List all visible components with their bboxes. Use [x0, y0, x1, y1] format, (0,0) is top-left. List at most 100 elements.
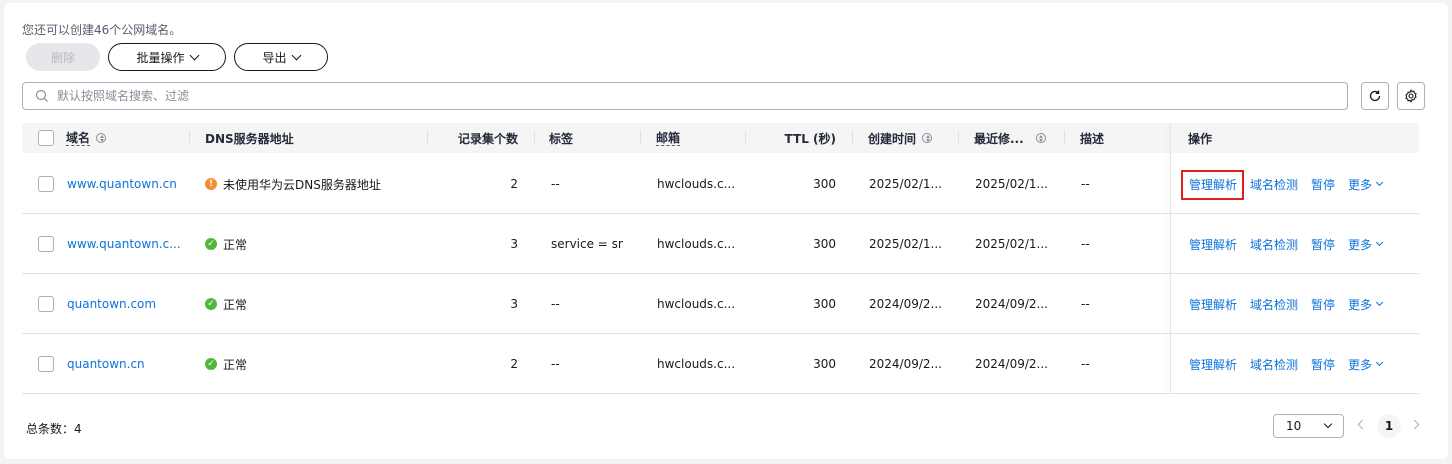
- refresh-button[interactable]: [1361, 82, 1389, 110]
- table-row: quantown.cn ✓ 正常 2 -- hwclouds.c... 300 …: [22, 334, 1419, 394]
- column-divider: [534, 131, 535, 145]
- more-label: 更多: [1348, 237, 1373, 252]
- dns-status: ✓ 正常: [205, 214, 247, 274]
- ttl-value: 300: [813, 177, 836, 191]
- chevron-down-icon: [189, 50, 199, 60]
- more-dropdown[interactable]: 更多: [1348, 334, 1384, 394]
- modified-time: 2024/09/2...: [975, 357, 1048, 371]
- highlight-box: [1181, 170, 1244, 200]
- dns-status: ✓ 正常: [205, 274, 247, 334]
- chevron-down-icon: [1375, 358, 1384, 367]
- tags-value: --: [551, 357, 560, 371]
- batch-operation-button[interactable]: 批量操作: [108, 43, 226, 71]
- domain-check-link[interactable]: 域名检测: [1250, 154, 1298, 214]
- column-divider: [640, 131, 641, 145]
- chevron-down-icon: [1375, 238, 1384, 247]
- column-dns: DNS服务器地址: [205, 131, 294, 146]
- ttl-value: 300: [813, 237, 836, 251]
- modified-time: 2025/02/1...: [975, 237, 1048, 251]
- column-divider: [189, 131, 190, 145]
- record-count: 3: [510, 237, 518, 251]
- more-dropdown[interactable]: 更多: [1348, 274, 1384, 334]
- more-label: 更多: [1348, 177, 1373, 192]
- description-value: --: [1081, 357, 1090, 371]
- column-divider: [1064, 131, 1065, 145]
- created-time: 2024/09/2...: [869, 357, 942, 371]
- dns-status-text: 正常: [223, 357, 248, 372]
- search-input[interactable]: [57, 89, 1257, 103]
- domain-check-link[interactable]: 域名检测: [1250, 214, 1298, 274]
- record-count: 2: [510, 177, 518, 191]
- check-icon: ✓: [205, 358, 217, 370]
- table-row: quantown.com ✓ 正常 3 -- hwclouds.c... 300…: [22, 274, 1419, 334]
- row-checkbox[interactable]: [38, 236, 54, 252]
- manage-records-link[interactable]: 管理解析: [1189, 274, 1237, 334]
- email-value: hwclouds.c...: [657, 237, 736, 251]
- sort-icon[interactable]: [96, 133, 107, 143]
- column-operations: 操作: [1188, 131, 1213, 146]
- column-email: 邮箱: [656, 123, 681, 153]
- domain-link[interactable]: quantown.cn: [67, 334, 197, 394]
- domain-link[interactable]: quantown.com: [67, 274, 197, 334]
- select-all-checkbox[interactable]: [38, 130, 54, 146]
- ttl-value: 300: [813, 357, 836, 371]
- column-description: 描述: [1080, 131, 1105, 146]
- pause-link[interactable]: 暂停: [1311, 214, 1335, 274]
- more-dropdown[interactable]: 更多: [1348, 214, 1384, 274]
- chevron-down-icon: [1375, 178, 1384, 187]
- batch-operation-label: 批量操作: [136, 50, 185, 65]
- domain-check-link[interactable]: 域名检测: [1250, 334, 1298, 394]
- chevron-down-icon: [291, 50, 301, 60]
- manage-records-link[interactable]: 管理解析: [1189, 334, 1237, 394]
- sort-icon[interactable]: [1035, 133, 1046, 143]
- record-count: 3: [510, 297, 518, 311]
- email-value: hwclouds.c...: [657, 357, 736, 371]
- pause-link[interactable]: 暂停: [1311, 154, 1335, 214]
- dns-status-text: 正常: [223, 237, 248, 252]
- created-time: 2025/02/1...: [869, 237, 942, 251]
- domain-check-link[interactable]: 域名检测: [1250, 274, 1298, 334]
- column-created[interactable]: 创建时间: [868, 123, 933, 153]
- column-domain[interactable]: 域名: [66, 123, 107, 153]
- column-modified[interactable]: 最近修...: [974, 123, 1046, 153]
- created-time: 2024/09/2...: [869, 297, 942, 311]
- pause-link[interactable]: 暂停: [1311, 274, 1335, 334]
- page-size-select[interactable]: 10: [1273, 414, 1344, 438]
- warning-icon: !: [205, 178, 217, 190]
- record-count: 2: [510, 357, 518, 371]
- column-domain-label: 域名: [66, 130, 91, 146]
- search-bar[interactable]: [22, 82, 1348, 110]
- row-checkbox[interactable]: [38, 176, 54, 192]
- column-ttl: TTL (秒): [784, 131, 836, 146]
- modified-time: 2024/09/2...: [975, 297, 1048, 311]
- row-checkbox[interactable]: [38, 356, 54, 372]
- export-label: 导出: [262, 50, 287, 65]
- row-checkbox[interactable]: [38, 296, 54, 312]
- tags-value: service = smb: [551, 237, 623, 251]
- column-records: 记录集个数: [457, 131, 518, 146]
- sort-icon[interactable]: [922, 133, 933, 143]
- manage-records-link[interactable]: 管理解析: [1189, 214, 1237, 274]
- column-divider: [852, 131, 853, 145]
- export-button[interactable]: 导出: [234, 43, 328, 71]
- settings-button[interactable]: [1397, 82, 1425, 110]
- delete-button-label: 删除: [50, 50, 75, 65]
- operations-column-divider: [1170, 123, 1171, 394]
- email-value: hwclouds.c...: [657, 297, 736, 311]
- pause-link[interactable]: 暂停: [1311, 334, 1335, 394]
- delete-button[interactable]: 删除: [26, 43, 100, 71]
- description-value: --: [1081, 177, 1090, 191]
- table-row: www.quantown.c... ✓ 正常 3 service = smb h…: [22, 214, 1419, 274]
- column-tags: 标签: [549, 131, 574, 146]
- page-number-current[interactable]: 1: [1377, 414, 1401, 438]
- modified-time: 2025/02/1...: [975, 177, 1048, 191]
- tags-value: --: [551, 177, 560, 191]
- domain-link[interactable]: www.quantown.cn: [67, 154, 197, 214]
- more-label: 更多: [1348, 297, 1373, 312]
- total-count: 总条数：4: [26, 422, 82, 436]
- description-value: --: [1081, 237, 1090, 251]
- more-label: 更多: [1348, 357, 1373, 372]
- refresh-icon: [1369, 90, 1381, 102]
- more-dropdown[interactable]: 更多: [1348, 154, 1384, 214]
- domain-link[interactable]: www.quantown.c...: [67, 214, 197, 274]
